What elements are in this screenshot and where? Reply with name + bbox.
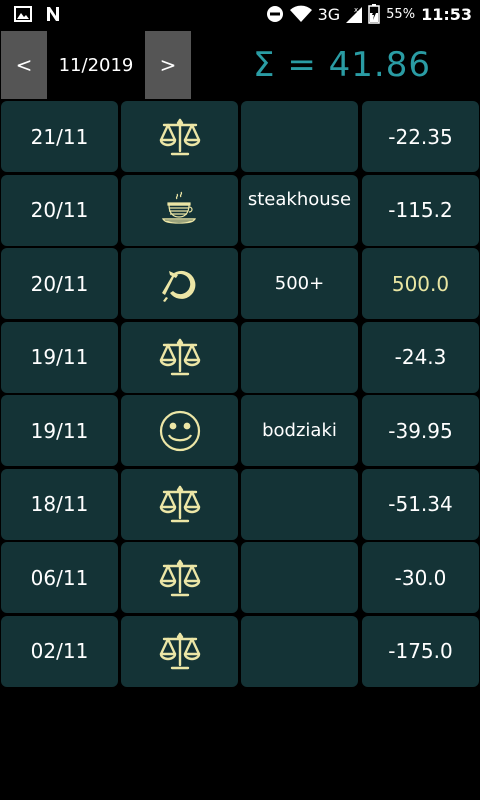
note-cell[interactable] [241,468,358,540]
wifi-icon [289,5,312,23]
amount-cell[interactable]: -30.0 [362,542,479,613]
table-row[interactable]: 19/11 bodziaki -39.95 [0,395,480,466]
scales-icon [158,484,202,524]
hammer-sickle-icon [158,264,202,304]
category-cell[interactable] [121,248,238,319]
category-cell[interactable] [121,174,238,246]
image-notification-icon [14,6,32,22]
date-cell[interactable]: 18/11 [1,468,118,540]
table-row[interactable]: 20/11 steakhouse -115.2 [0,174,480,246]
date-cell[interactable]: 02/11 [1,615,118,687]
note-cell[interactable] [241,101,358,172]
do-not-disturb-icon [266,5,284,23]
battery-icon [368,4,380,24]
table-row[interactable]: 21/11 -22.35 [0,101,480,172]
note-cell[interactable] [241,542,358,613]
note-cell[interactable]: 500+ [241,248,358,319]
scales-icon [158,337,202,377]
note-cell[interactable]: steakhouse [241,174,358,246]
previous-month-button[interactable]: < [1,31,47,99]
amount-cell[interactable]: -24.3 [362,321,479,393]
scales-icon [158,117,202,157]
scales-icon [158,558,202,598]
amount-cell[interactable]: -115.2 [362,174,479,246]
n-notification-icon [44,5,62,23]
table-row[interactable]: 18/11 -51.34 [0,468,480,540]
table-row[interactable]: 06/11 -30.0 [0,542,480,613]
network-type: 3G [317,4,341,24]
table-row[interactable]: 02/11 -175.0 [0,615,480,687]
category-cell[interactable] [121,101,238,172]
clock: 11:53 [421,4,472,24]
amount-cell[interactable]: -175.0 [362,615,479,687]
note-cell[interactable] [241,321,358,393]
date-cell[interactable]: 19/11 [1,395,118,466]
category-cell[interactable] [121,468,238,540]
amount-cell[interactable]: -51.34 [362,468,479,540]
next-month-button[interactable]: > [145,31,191,99]
smiley-icon [158,409,202,453]
table-row[interactable]: 20/11 500+ 500.0 [0,248,480,319]
note-cell[interactable]: bodziaki [241,395,358,466]
amount-cell[interactable]: -22.35 [362,101,479,172]
status-bar: 3G x 55% 11:53 [0,0,480,30]
date-cell[interactable]: 19/11 [1,321,118,393]
note-cell[interactable] [241,615,358,687]
amount-cell[interactable]: -39.95 [362,395,479,466]
date-cell[interactable]: 20/11 [1,174,118,246]
date-cell[interactable]: 21/11 [1,101,118,172]
battery-percent: 55% [386,6,416,22]
category-cell[interactable] [121,542,238,613]
category-cell[interactable] [121,615,238,687]
signal-icon: x [346,5,363,23]
coffee-cup-icon [158,190,202,230]
svg-text:x: x [354,6,358,14]
date-cell[interactable]: 20/11 [1,248,118,319]
date-cell[interactable]: 06/11 [1,542,118,613]
amount-cell[interactable]: 500.0 [362,248,479,319]
month-label: 11/2019 [58,54,134,76]
table-row[interactable]: 19/11 -24.3 [0,321,480,393]
sum-total: Σ = 41.86 [253,45,431,85]
category-cell[interactable] [121,395,238,466]
scales-icon [158,631,202,671]
category-cell[interactable] [121,321,238,393]
